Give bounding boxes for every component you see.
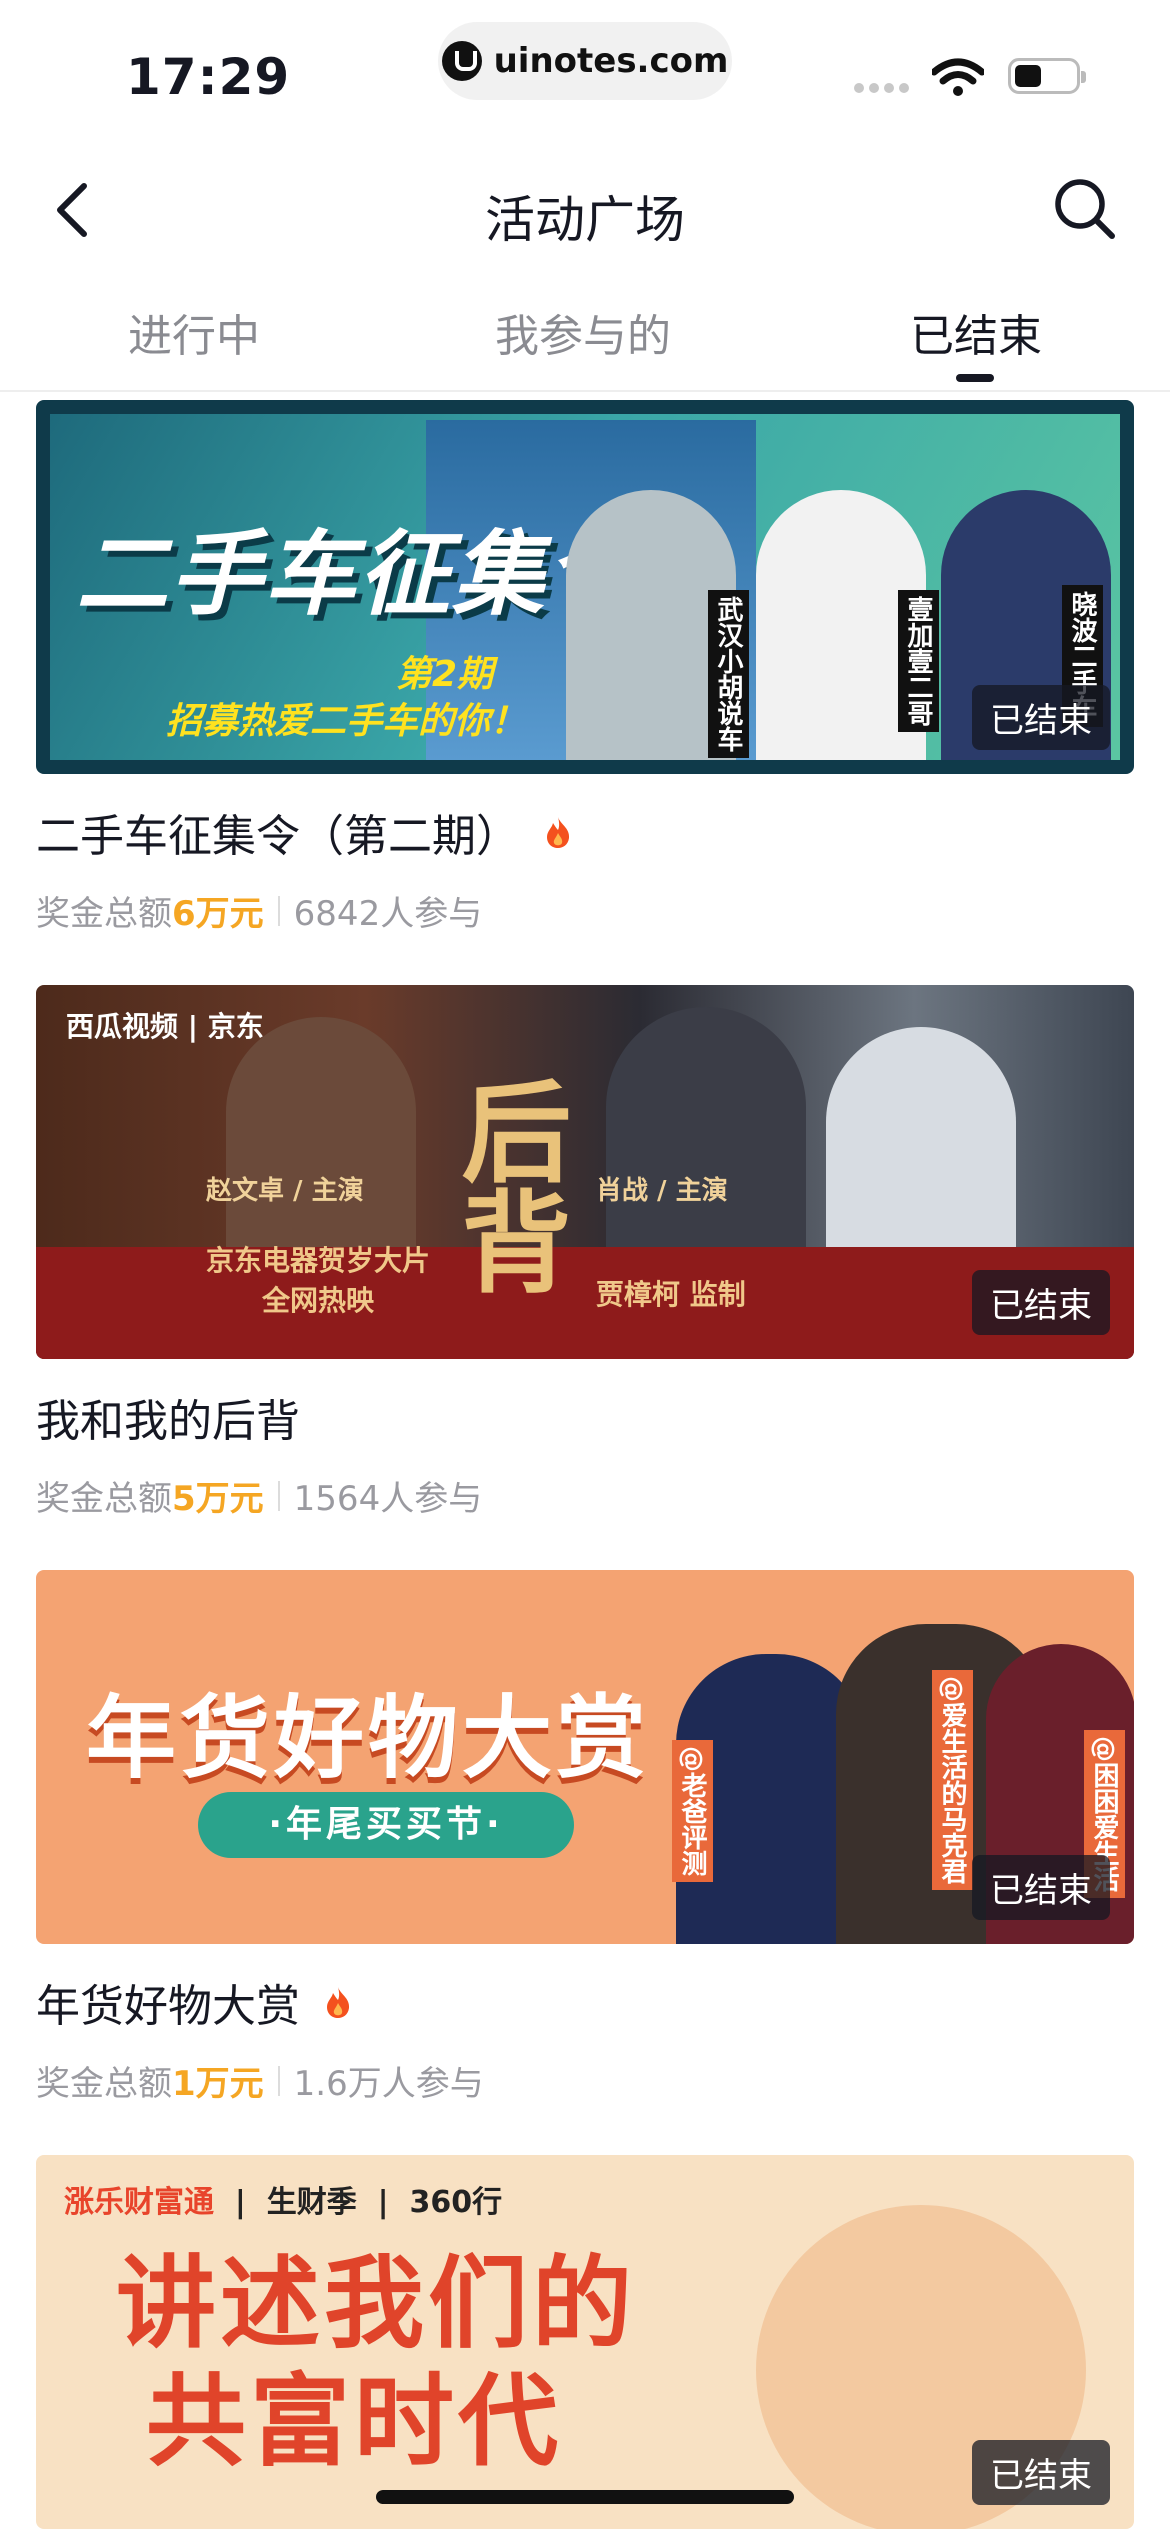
status-badge: 已结束 — [972, 2440, 1110, 2505]
actor-photo — [826, 1027, 1016, 1247]
banner-headline: 年货好物大赏 — [86, 1686, 650, 1791]
prize-label: 奖金总额 — [36, 894, 172, 934]
banner-line: 全网热映 — [262, 1284, 375, 1317]
host-tag: @爱生活的马克君 — [932, 1670, 973, 1890]
banner-issue: 第2期 — [396, 654, 494, 695]
tab-participated[interactable]: 我参与的 — [495, 300, 671, 364]
wifi-icon — [932, 58, 984, 96]
hot-flame-icon — [547, 817, 570, 848]
banner-slogan: 招募热爱二手车的你！ — [166, 701, 527, 742]
banner-director: 贾樟柯 监制 — [596, 1278, 746, 1311]
host-tag: 武汉小胡说车 — [708, 590, 749, 758]
tab-ended[interactable]: 已结束 — [910, 300, 1042, 364]
url-pill[interactable]: uinotes.com — [438, 22, 732, 100]
prize-amount: 1万元 — [172, 2064, 264, 2104]
url-text: uinotes.com — [493, 41, 729, 81]
activity-card[interactable]: 西瓜视频 | 京东 后背 赵文卓 / 主演 肖战 / 主演 京东电器贺岁大片 全… — [36, 985, 1134, 1520]
partner-logos: 西瓜视频 | 京东 — [66, 1010, 264, 1043]
home-indicator[interactable] — [376, 2490, 794, 2504]
banner-headline: 后背 — [442, 1075, 571, 1295]
site-logo-icon — [441, 41, 482, 81]
actor-photo — [606, 1007, 806, 1247]
cellular-signal-icon — [854, 83, 909, 93]
prize-label: 奖金总额 — [36, 1479, 172, 1519]
status-bar: 17:29 uinotes.com — [0, 0, 1170, 140]
tab-bar: 进行中 我参与的 已结束 — [0, 290, 1170, 392]
brand-right: 360行 — [409, 2185, 503, 2220]
status-badge: 已结束 — [972, 1855, 1110, 1920]
battery-icon — [1008, 58, 1086, 94]
activity-title: 二手车征集令（第二期） — [36, 811, 520, 862]
actor-photo — [226, 1017, 416, 1247]
brand-mid: 生财季 — [266, 2185, 357, 2220]
activity-banner[interactable]: 二手车征集令 第2期 招募热爱二手车的你！ 武汉小胡说车 壹加壹二哥 晓波二手车… — [36, 400, 1134, 774]
banner-headline: 二手车征集令 — [76, 521, 641, 628]
host-tag: 壹加壹二哥 — [898, 590, 939, 732]
tab-ongoing[interactable]: 进行中 — [128, 300, 260, 364]
actor-name: 赵文卓 / 主演 — [206, 1176, 364, 1206]
prize-amount: 6万元 — [172, 894, 264, 934]
activity-meta: 奖金总额 6万元 6842人参与 — [36, 886, 1134, 935]
activity-title: 我和我的后背 — [36, 1396, 300, 1447]
host-tag: @老爸评测 — [672, 1740, 713, 1882]
search-icon[interactable] — [1052, 176, 1118, 242]
prize-amount: 5万元 — [172, 1479, 264, 1519]
banner-headline: 共富时代 — [146, 2363, 562, 2480]
activity-card[interactable]: 二手车征集令 第2期 招募热爱二手车的你！ 武汉小胡说车 壹加壹二哥 晓波二手车… — [36, 400, 1134, 935]
banner-pill: ·年尾买买节· — [198, 1792, 574, 1858]
activity-banner[interactable]: 西瓜视频 | 京东 后背 赵文卓 / 主演 肖战 / 主演 京东电器贺岁大片 全… — [36, 985, 1134, 1359]
activity-meta: 奖金总额 1万元 1.6万人参与 — [36, 2056, 1134, 2105]
actor-name: 肖战 / 主演 — [596, 1176, 728, 1206]
active-tab-indicator — [956, 374, 994, 382]
status-badge: 已结束 — [972, 1270, 1110, 1335]
hot-flame-icon — [327, 1987, 350, 2018]
page-title: 活动广场 — [485, 191, 685, 249]
banner-line: 京东电器贺岁大片 — [206, 1244, 431, 1277]
participant-count: 1564人参与 — [293, 1479, 483, 1519]
banner-headline: 讲述我们的 — [116, 2245, 636, 2362]
activity-banner[interactable]: 涨乐财富通 | 生财季 | 360行 讲述我们的 共富时代 已结束 — [36, 2155, 1134, 2529]
activity-meta: 奖金总额 5万元 1564人参与 — [36, 1471, 1134, 1520]
activity-banner[interactable]: 年货好物大赏 ·年尾买买节· @老爸评测 @爱生活的马克君 @困困爱生活 已结束 — [36, 1570, 1134, 1944]
participant-count: 6842人参与 — [293, 894, 483, 934]
activity-title: 年货好物大赏 — [36, 1981, 300, 2032]
participant-count: 1.6万人参与 — [293, 2064, 484, 2104]
status-badge: 已结束 — [972, 685, 1110, 750]
nav-bar: 活动广场 — [0, 150, 1170, 270]
prize-label: 奖金总额 — [36, 2064, 172, 2104]
activity-card[interactable]: 涨乐财富通 | 生财季 | 360行 讲述我们的 共富时代 已结束 — [36, 2155, 1134, 2529]
brand-left: 涨乐财富通 — [64, 2185, 214, 2220]
activity-card[interactable]: 年货好物大赏 ·年尾买买节· @老爸评测 @爱生活的马克君 @困困爱生活 已结束… — [36, 1570, 1134, 2105]
status-time: 17:29 — [126, 48, 291, 106]
